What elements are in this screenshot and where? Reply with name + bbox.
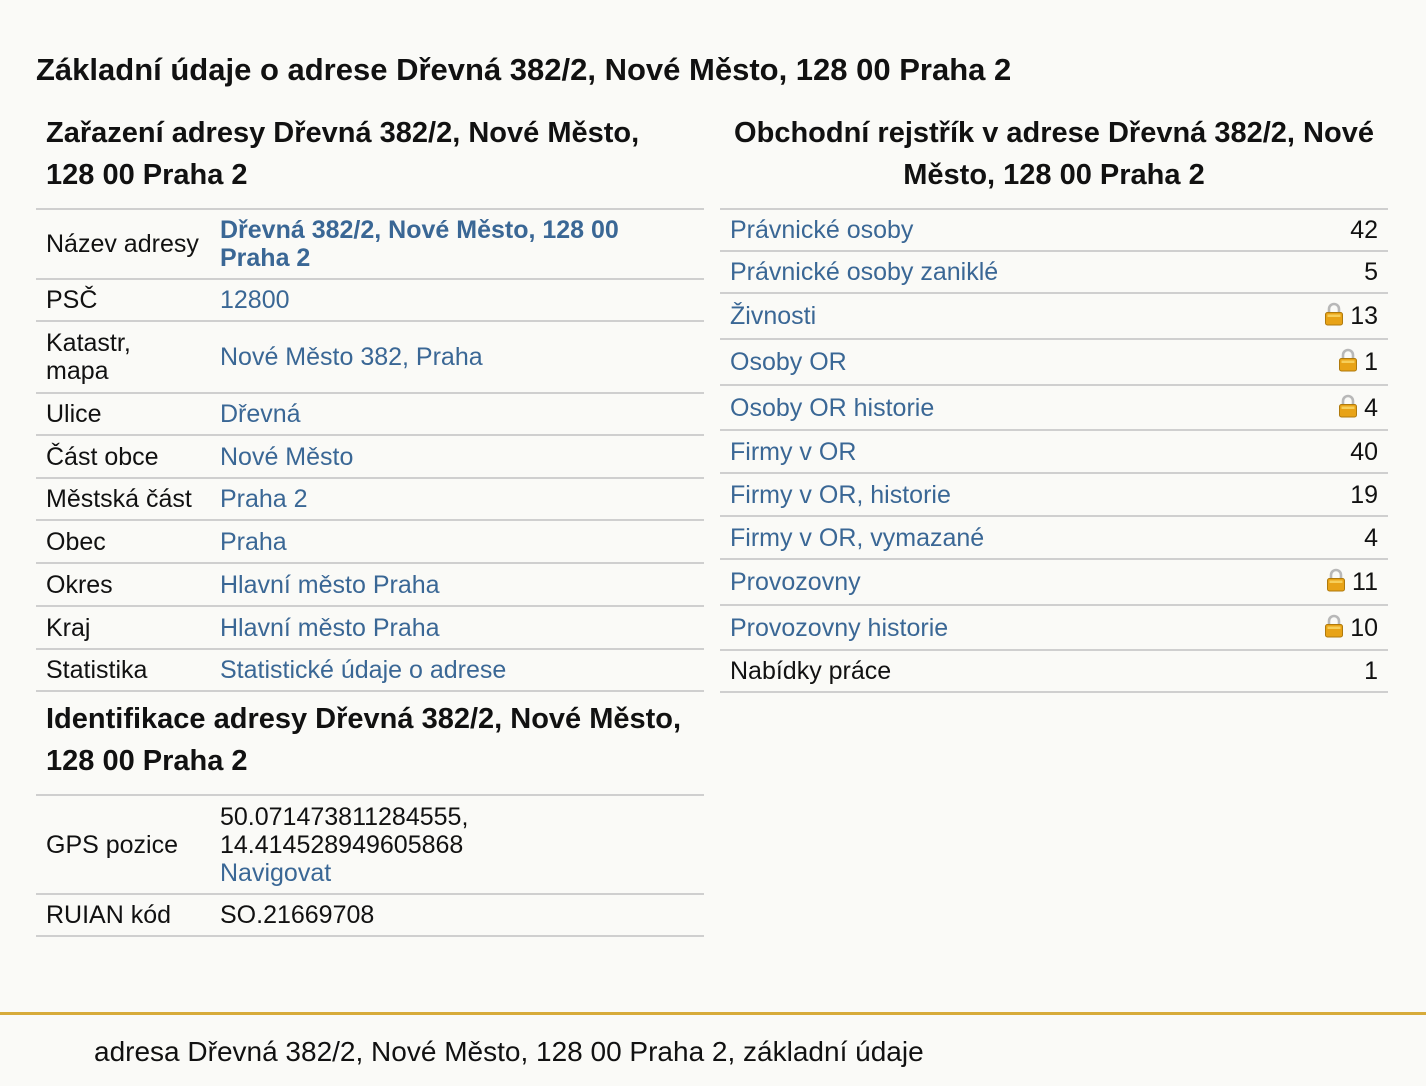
footer-divider (0, 1012, 1426, 1015)
registry-link[interactable]: Právnické osoby (730, 216, 913, 244)
table-row: Firmy v OR, historie 19 (720, 473, 1388, 517)
table-row: Právnické osoby zaniklé 5 (720, 251, 1388, 294)
ruian-code: SO.21669708 (210, 894, 704, 937)
region-link[interactable]: Hlavní město Praha (220, 614, 440, 642)
row-label: Statistika (36, 649, 210, 692)
identification-title: Identifikace adresy Dřevná 382/2, Nové M… (46, 703, 682, 777)
gps-longitude: 14.414528949605868 (220, 830, 464, 859)
registry-count: 40 (1350, 437, 1378, 466)
table-row: Provozovny historie 10 (720, 605, 1388, 651)
registry-title: Obchodní rejstřík v adrese Dřevná 382/2,… (734, 117, 1374, 191)
table-row: Firmy v OR 40 (720, 430, 1388, 474)
registry-count-cell: 13 (1251, 293, 1388, 340)
registry-count: 19 (1350, 480, 1378, 509)
registry-count: 1 (1364, 657, 1378, 685)
table-row: Statistika Statistické údaje o adrese (36, 649, 704, 692)
row-label: Kraj (36, 606, 210, 650)
padlock-icon (1324, 302, 1344, 326)
registry-count-cell: 10 (1251, 605, 1388, 651)
row-label: Ulice (36, 393, 210, 436)
registry-count: 1 (1364, 348, 1378, 376)
identification-table: GPS pozice 50.071473811284555, 14.414528… (36, 794, 704, 937)
row-label: Okres (36, 563, 210, 607)
registry-link[interactable]: Osoby OR (730, 348, 847, 376)
row-label: Městská část (36, 478, 210, 521)
row-label: Část obce (36, 435, 210, 479)
table-row: Živnosti 13 (720, 293, 1388, 340)
row-label: RUIAN kód (36, 894, 210, 937)
registry-link[interactable]: Živnosti (730, 302, 816, 330)
registry-count-cell: 1 (1251, 339, 1388, 386)
table-row: Osoby OR 1 (720, 339, 1388, 386)
table-row: Název adresy Dřevná 382/2, Nové Město, 1… (36, 209, 704, 280)
table-row: Provozovny 11 (720, 559, 1388, 606)
row-label: Obec (36, 520, 210, 564)
table-row: Okres Hlavní město Praha (36, 563, 704, 607)
right-column: Obchodní rejstřík v adrese Dřevná 382/2,… (720, 112, 1388, 693)
registry-count-cell: 4 (1251, 385, 1388, 431)
gps-latitude: 50.071473811284555, (220, 802, 469, 831)
table-row: Osoby OR historie 4 (720, 385, 1388, 431)
table-row: Obec Praha (36, 520, 704, 564)
registry-link[interactable]: Firmy v OR, historie (730, 481, 951, 509)
table-row: RUIAN kód SO.21669708 (36, 894, 704, 937)
registry-count: 10 (1350, 613, 1378, 642)
table-row: Nabídky práce 1 (720, 650, 1388, 693)
registry-count-cell: 19 (1251, 473, 1388, 517)
psc-link[interactable]: 12800 (220, 286, 290, 314)
registry-link[interactable]: Provozovny historie (730, 614, 948, 642)
address-name-link[interactable]: Dřevná 382/2, Nové Město, 128 00 Praha 2 (220, 216, 619, 272)
classification-table: Název adresy Dřevná 382/2, Nové Město, 1… (36, 208, 704, 692)
municipality-link[interactable]: Praha (220, 528, 287, 556)
registry-count-cell: 1 (1251, 650, 1388, 693)
footer-text: adresa Dřevná 382/2, Nové Město, 128 00 … (94, 1036, 924, 1067)
district-part-link[interactable]: Nové Město (220, 443, 353, 471)
registry-link[interactable]: Právnické osoby zaniklé (730, 258, 998, 286)
registry-count: 5 (1364, 258, 1378, 286)
street-link[interactable]: Dřevná (220, 400, 301, 428)
registry-count: 11 (1352, 568, 1378, 596)
registry-count-cell: 5 (1251, 251, 1388, 294)
registry-count-cell: 11 (1251, 559, 1388, 606)
registry-link[interactable]: Firmy v OR, vymazané (730, 524, 984, 552)
registry-count: 42 (1350, 216, 1378, 244)
statistics-link[interactable]: Statistické údaje o adrese (220, 656, 506, 684)
registry-count-cell: 4 (1251, 516, 1388, 560)
row-label: Katastr, mapa (36, 321, 210, 394)
registry-link[interactable]: Firmy v OR (730, 438, 856, 466)
registry-count: 4 (1364, 523, 1378, 552)
registry-count-cell: 42 (1251, 209, 1388, 252)
city-part-link[interactable]: Praha 2 (220, 485, 308, 513)
registry-link[interactable]: Osoby OR historie (730, 394, 934, 422)
row-label: GPS pozice (36, 795, 210, 895)
cadastre-link[interactable]: Nové Město 382, Praha (220, 343, 483, 371)
registry-link[interactable]: Provozovny (730, 568, 861, 596)
table-row: Firmy v OR, vymazané 4 (720, 516, 1388, 560)
row-label: Název adresy (36, 209, 210, 280)
registry-count: 13 (1350, 302, 1378, 330)
table-row: Část obce Nové Město (36, 435, 704, 479)
table-row: Katastr, mapa Nové Město 382, Praha (36, 321, 704, 394)
padlock-icon (1324, 614, 1344, 638)
navigate-link[interactable]: Navigovat (220, 859, 331, 887)
padlock-icon (1338, 394, 1358, 418)
left-column: Zařazení adresy Dřevná 382/2, Nové Město… (36, 112, 704, 937)
table-row: Ulice Dřevná (36, 393, 704, 436)
county-link[interactable]: Hlavní město Praha (220, 571, 440, 599)
table-row: Právnické osoby 42 (720, 209, 1388, 252)
table-row: Kraj Hlavní město Praha (36, 606, 704, 650)
page-title: Základní údaje o adrese Dřevná 382/2, No… (36, 52, 1012, 87)
table-row: PSČ 12800 (36, 279, 704, 322)
row-label: PSČ (36, 279, 210, 322)
registry-count: 4 (1364, 393, 1378, 422)
registry-count-cell: 40 (1251, 430, 1388, 474)
registry-table: Právnické osoby 42 Právnické osoby zaniklé… (720, 208, 1388, 693)
padlock-icon (1326, 568, 1346, 592)
padlock-icon (1338, 348, 1358, 372)
table-row: GPS pozice 50.071473811284555, 14.414528… (36, 795, 704, 895)
registry-label: Nabídky práce (720, 650, 1252, 693)
classification-title: Zařazení adresy Dřevná 382/2, Nové Město… (46, 117, 640, 191)
table-row: Městská část Praha 2 (36, 478, 704, 521)
